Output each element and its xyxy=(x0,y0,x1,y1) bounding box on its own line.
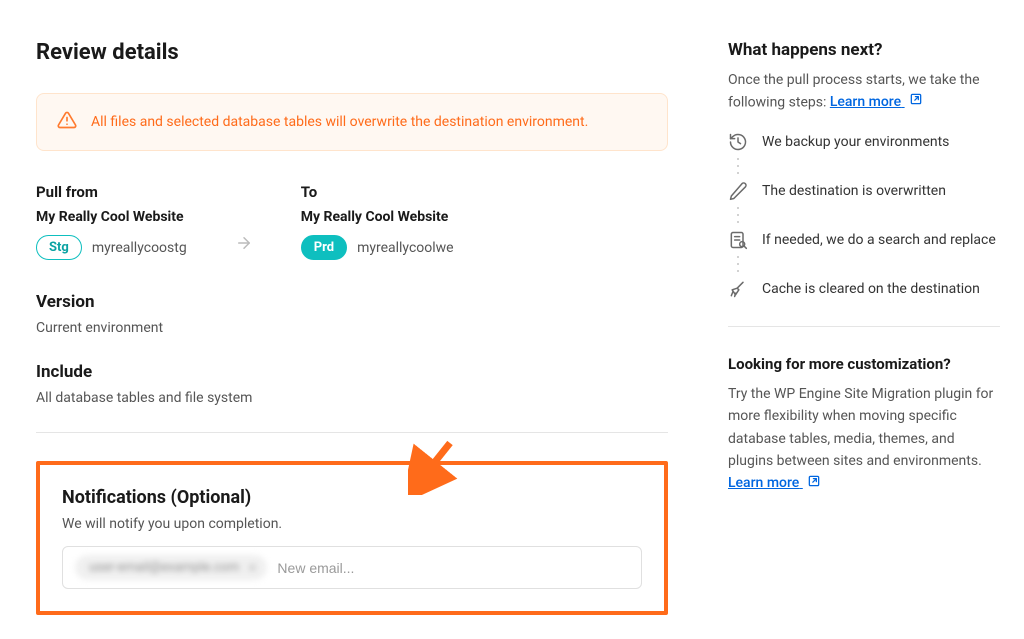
warning-banner: All files and selected database tables w… xyxy=(36,93,668,151)
step-connector xyxy=(737,254,739,275)
include-text: All database tables and file system xyxy=(36,390,668,406)
broom-icon xyxy=(728,279,748,299)
external-link-icon xyxy=(909,94,923,110)
step-connector xyxy=(737,156,739,177)
side-divider xyxy=(728,326,1000,327)
history-icon xyxy=(728,132,748,152)
arrow-right-icon xyxy=(235,234,253,260)
step-overwrite: The destination is overwritten xyxy=(728,181,1000,230)
to-badge-row: Prd myreallycoolwe xyxy=(301,235,454,260)
page-title: Review details xyxy=(36,40,668,65)
whats-next-title: What happens next? xyxy=(728,40,1000,60)
notifications-subtitle: We will notify you upon completion. xyxy=(62,516,642,532)
customization-body: Try the WP Engine Site Migration plugin … xyxy=(728,386,993,469)
step-text: The destination is overwritten xyxy=(762,181,946,202)
to-label: To xyxy=(301,183,454,201)
version-text: Current environment xyxy=(36,320,668,336)
customization-text: Try the WP Engine Site Migration plugin … xyxy=(728,383,1000,495)
notifications-title: Notifications (Optional) xyxy=(62,487,642,508)
step-cache-clear: Cache is cleared on the destination xyxy=(728,279,1000,300)
alert-triangle-icon xyxy=(57,110,77,134)
steps-list: We backup your environments The destinat… xyxy=(728,132,1000,300)
include-title: Include xyxy=(36,362,668,382)
external-link-icon xyxy=(807,476,821,492)
step-backup: We backup your environments xyxy=(728,132,1000,181)
pull-from-url: myreallycoostg xyxy=(92,240,187,256)
version-title: Version xyxy=(36,292,668,312)
email-input[interactable] xyxy=(277,560,629,576)
step-search-replace: If needed, we do a search and replace xyxy=(728,230,1000,279)
chip-remove-icon[interactable]: ✕ xyxy=(247,561,257,575)
step-text: If needed, we do a search and replace xyxy=(762,230,996,251)
whats-next-intro: Once the pull process starts, we take th… xyxy=(728,70,1000,114)
learn-more-text: Learn more xyxy=(728,475,799,491)
to-site: My Really Cool Website xyxy=(301,209,454,225)
email-chip[interactable]: user-email@example.com ✕ xyxy=(75,555,267,580)
environment-row: Pull from My Really Cool Website Stg myr… xyxy=(36,183,668,260)
version-section: Version Current environment xyxy=(36,292,668,336)
document-search-icon xyxy=(728,230,748,250)
learn-more-text: Learn more xyxy=(830,94,901,110)
section-divider xyxy=(36,432,668,433)
side-panel: What happens next? Once the pull process… xyxy=(704,0,1024,639)
pull-from-column: Pull from My Really Cool Website Stg myr… xyxy=(36,183,187,260)
main-panel: Review details All files and selected da… xyxy=(0,0,704,639)
pull-from-badge-row: Stg myreallycoostg xyxy=(36,235,187,260)
pull-from-site: My Really Cool Website xyxy=(36,209,187,225)
notifications-section: Notifications (Optional) We will notify … xyxy=(36,461,668,615)
to-url: myreallycoolwe xyxy=(357,240,454,256)
production-badge: Prd xyxy=(301,235,347,260)
include-section: Include All database tables and file sys… xyxy=(36,362,668,406)
step-connector xyxy=(737,205,739,226)
customization-title: Looking for more customization? xyxy=(728,355,1000,373)
to-column: To My Really Cool Website Prd myreallyco… xyxy=(301,183,454,260)
staging-badge: Stg xyxy=(36,235,82,260)
pull-from-label: Pull from xyxy=(36,183,187,201)
pencil-icon xyxy=(728,181,748,201)
email-chip-text: user-email@example.com xyxy=(89,560,239,575)
customization-learn-more-link[interactable]: Learn more xyxy=(728,475,821,491)
warning-text: All files and selected database tables w… xyxy=(91,114,588,130)
learn-more-link[interactable]: Learn more xyxy=(830,94,923,110)
step-text: Cache is cleared on the destination xyxy=(762,279,980,300)
step-text: We backup your environments xyxy=(762,132,949,153)
email-input-wrapper[interactable]: user-email@example.com ✕ xyxy=(62,546,642,589)
